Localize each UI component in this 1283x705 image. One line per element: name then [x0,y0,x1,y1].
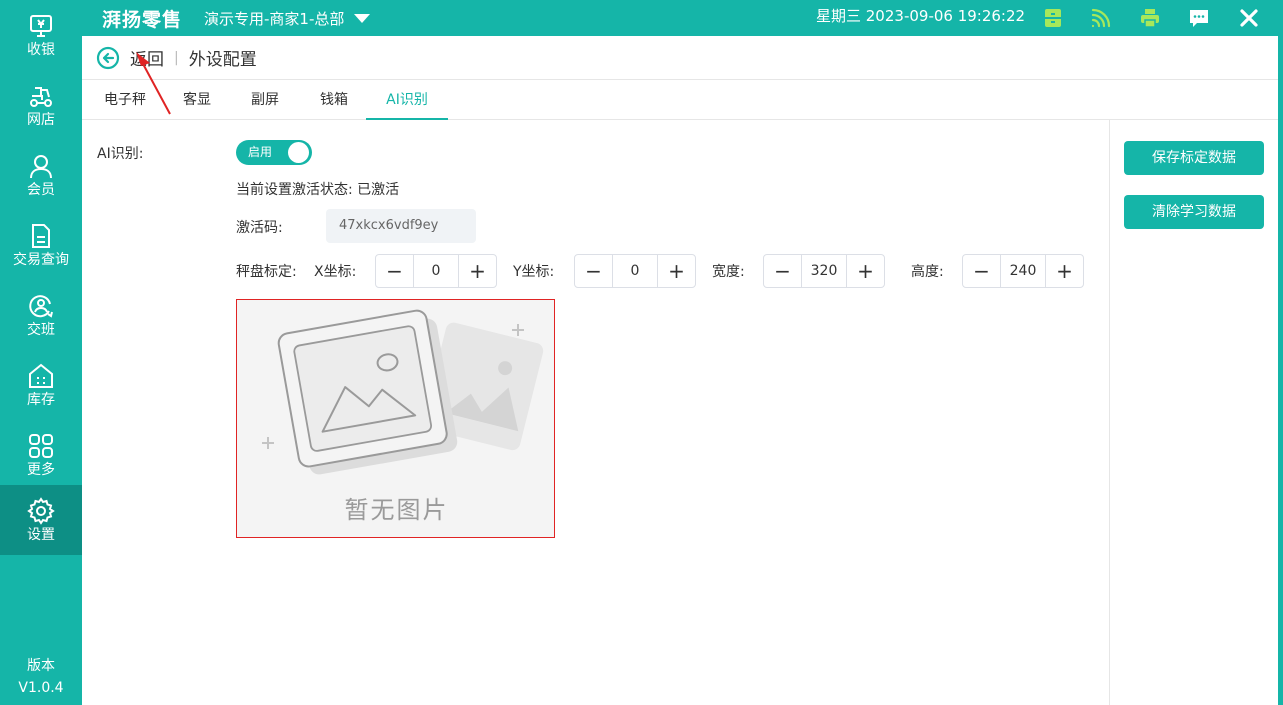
sidebar-item-label: 更多 [27,462,55,478]
cashier-icon [30,15,52,37]
calibration-image-frame: 暂无图片 [236,299,555,538]
sidebar-item-label: 网店 [27,112,55,128]
height-label: 高度: [911,264,944,280]
sidebar-item-transactions[interactable]: 交易查询 [0,210,82,280]
scooter-icon [30,87,52,107]
close-icon [1240,9,1258,27]
sidebar-item-settings[interactable]: 设置 [0,485,82,555]
no-image-text: 暂无图片 [344,496,449,524]
sidebar-item-more[interactable]: 更多 [0,420,82,490]
document-icon [32,224,50,248]
y-decrement-button[interactable]: − [575,255,613,287]
message-icon [1190,10,1208,27]
drawer-icon [1045,9,1061,27]
grid-icon [29,434,53,458]
y-increment-button[interactable]: + [657,255,695,287]
y-coord-label: Y坐标: [513,264,555,280]
ai-label: AI识别: [97,146,144,162]
window-edge [1278,36,1283,705]
sidebar-item-inventory[interactable]: 库存 [0,350,82,420]
tab-cash-drawer[interactable]: 钱箱 [311,80,357,120]
height-input[interactable]: 240 [1001,255,1045,287]
width-increment-button[interactable]: + [846,255,884,287]
member-icon [30,155,52,179]
wifi-signal-icon [1091,8,1111,28]
store-name: 演示专用-商家1-总部 [204,9,345,28]
tab-bar: 电子秤 客显 副屏 钱箱 AI识别 [82,80,1278,120]
tab-scale[interactable]: 电子秤 [96,80,154,120]
sidebar-item-cashier[interactable]: 收银 [0,0,82,70]
sidebar-item-label: 会员 [27,182,55,198]
shift-icon [29,295,53,318]
x-coord-label: X坐标: [314,264,357,280]
sidebar-item-shift[interactable]: 交班 [0,280,82,350]
save-calibration-button[interactable]: 保存标定数据 [1124,141,1264,175]
tab-customer-display[interactable]: 客显 [174,80,220,120]
print-button[interactable] [1137,5,1163,31]
clear-learning-button[interactable]: 清除学习数据 [1124,195,1264,229]
x-coord-stepper: − 0 + [375,254,497,288]
width-decrement-button[interactable]: − [764,255,802,287]
top-bar: 湃扬零售 演示专用-商家1-总部 星期三 2023-09-06 19:26:22 [82,0,1283,36]
height-stepper: − 240 + [962,254,1084,288]
activation-status: 当前设置激活状态: 已激活 [236,182,400,198]
sidebar-item-label: 交班 [27,322,55,338]
close-button[interactable] [1236,5,1262,31]
width-input[interactable]: 320 [802,255,846,287]
width-stepper: − 320 + [763,254,885,288]
width-label: 宽度: [712,264,745,280]
activation-code-field: 47xkcx6vdf9ey [326,209,476,243]
message-button[interactable] [1186,5,1212,31]
sidebar-item-label: 收银 [27,42,55,58]
sidebar-item-label: 库存 [27,392,55,408]
sidebar-item-label: 设置 [27,527,55,543]
x-increment-button[interactable]: + [458,255,496,287]
brand-title: 湃扬零售 [102,8,183,31]
x-coord-input[interactable]: 0 [414,255,458,287]
sidebar: 收银 网店 会员 交易查询 交班 库存 更多 设置 版本 V1.0.4 [0,0,82,705]
calibration-label: 秤盘标定: [236,264,297,280]
store-selector[interactable]: 演示专用-商家1-总部 [204,8,371,29]
toggle-knob [288,142,309,163]
printer-icon [1141,9,1159,28]
version-info: 版本 V1.0.4 [0,655,82,699]
gear-icon [27,497,55,525]
version-label: 版本 [27,658,55,674]
ai-enable-toggle[interactable]: 启用 [236,140,312,165]
network-button[interactable] [1088,5,1114,31]
tab-secondary-screen[interactable]: 副屏 [242,80,288,120]
toggle-label: 启用 [248,145,273,159]
height-increment-button[interactable]: + [1045,255,1083,287]
version-number: V1.0.4 [18,680,64,696]
warehouse-icon [29,363,53,388]
back-arrow-icon [96,46,120,69]
page-title: 外设配置 [188,50,257,70]
caret-down-icon [354,13,371,23]
y-coord-stepper: − 0 + [574,254,696,288]
x-decrement-button[interactable]: − [376,255,414,287]
datetime: 星期三 2023-09-06 19:26:22 [816,7,1026,25]
tab-ai-recognition[interactable]: AI识别 [366,80,448,120]
sidebar-item-member[interactable]: 会员 [0,140,82,210]
page-header: 返回 | 外设配置 [82,36,1278,80]
storage-button[interactable] [1040,5,1066,31]
activation-code-label: 激活码: [236,220,283,236]
sidebar-item-online-store[interactable]: 网店 [0,70,82,140]
panel-divider [1109,120,1110,705]
y-coord-input[interactable]: 0 [613,255,657,287]
sidebar-item-label: 交易查询 [13,252,69,268]
height-decrement-button[interactable]: − [963,255,1001,287]
